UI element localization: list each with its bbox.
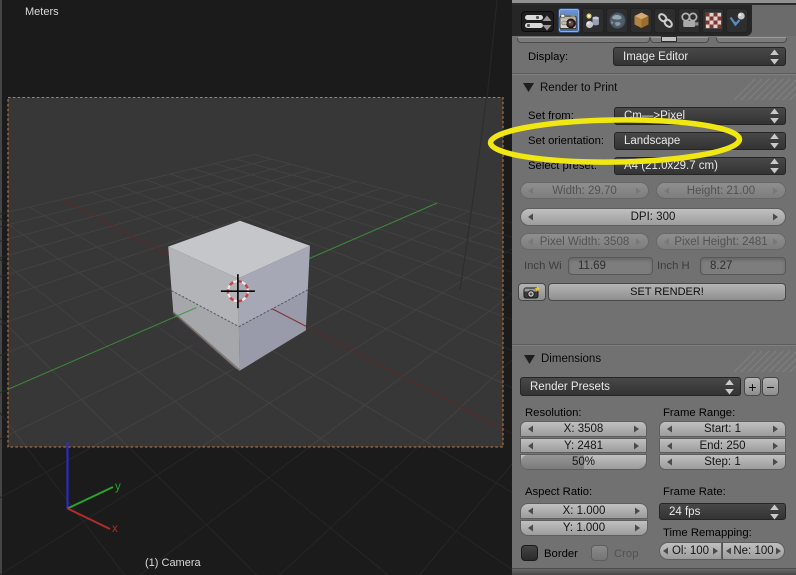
svg-text:Meters: Meters — [25, 6, 59, 18]
svg-text:x: x — [112, 523, 118, 535]
svg-text:y: y — [115, 481, 121, 493]
svg-text:(1) Camera: (1) Camera — [145, 557, 202, 569]
